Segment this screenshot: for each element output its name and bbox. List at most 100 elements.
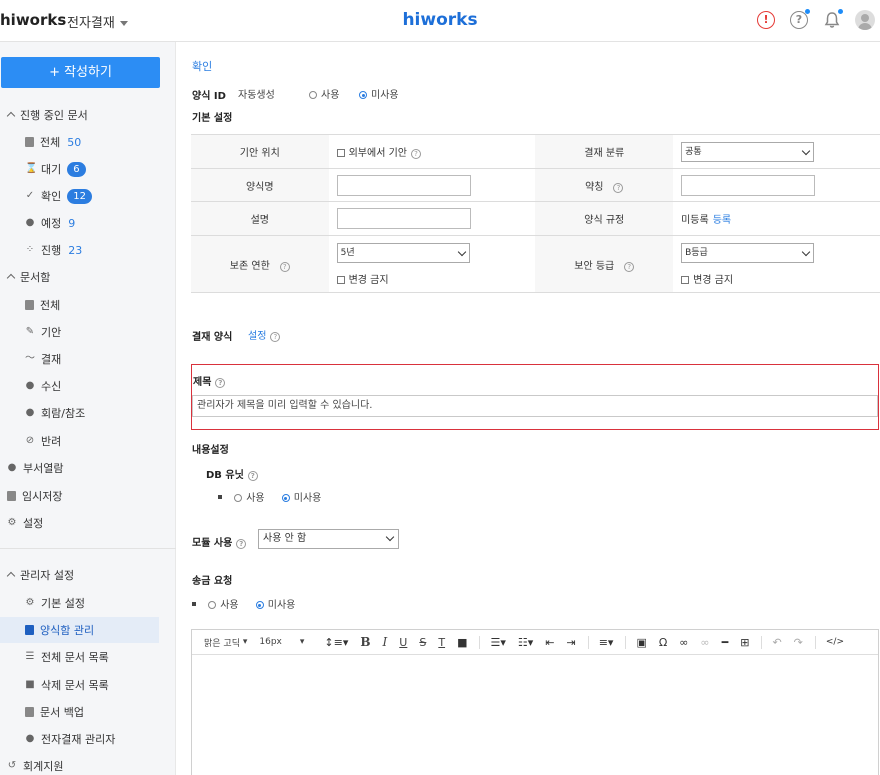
help-icon[interactable]: ? <box>624 261 635 272</box>
sidebar-item-temp-save[interactable]: 임시저장 <box>7 488 62 504</box>
sidebar-item-backup[interactable]: 문서 백업 <box>25 704 84 720</box>
form-id-not-use-radio[interactable]: 미사용 <box>359 86 399 101</box>
alert-button[interactable]: ! <box>755 9 777 31</box>
content-settings-heading: 내용설정 <box>192 445 229 456</box>
editor-body[interactable] <box>192 655 878 775</box>
user-icon: ● <box>25 380 35 391</box>
security-level-select[interactable]: B등급 <box>681 243 815 263</box>
sidebar-item-circulation[interactable]: ● 회람/참조 <box>25 405 86 421</box>
toolbar-divider <box>625 635 627 649</box>
help-button[interactable]: ? <box>788 9 810 31</box>
link-icon[interactable]: ∞ <box>679 636 688 649</box>
sidebar-item-approval[interactable]: 〜 결재 <box>25 351 61 367</box>
sidebar-item-scheduled[interactable]: ● 예정 9 <box>25 215 76 231</box>
remit-not-use-radio[interactable]: 미사용 <box>255 600 295 611</box>
description-input[interactable] <box>336 208 471 229</box>
sidebar-item-accounting[interactable]: ↺ 회계지원 <box>7 758 64 774</box>
form-name-input[interactable] <box>336 174 471 196</box>
profile-button[interactable] <box>854 9 876 31</box>
horizontal-rule-icon[interactable]: ━ <box>722 636 729 649</box>
app-switcher[interactable]: 전자결재 <box>67 12 128 31</box>
sidebar-item-basic-settings[interactable]: ⚙ 기본 설정 <box>25 595 85 611</box>
table-icon[interactable]: ⊞ <box>740 636 749 649</box>
remit-use-radio[interactable]: 사용 <box>208 600 239 611</box>
sidebar-item-rejected[interactable]: ⊘ 반려 <box>25 433 61 449</box>
text-color-icon[interactable]: T <box>438 636 445 649</box>
external-draft-checkbox[interactable]: 외부에서 기안 <box>336 148 407 159</box>
unlink-icon[interactable]: ∞ <box>700 636 709 649</box>
retention-no-change-checkbox[interactable]: 변경 금지 <box>336 271 536 286</box>
italic-icon[interactable]: I <box>383 635 388 649</box>
radio-selected-icon <box>281 494 290 502</box>
sidebar-item-all-docs[interactable]: ☰ 전체 문서 목록 <box>25 649 109 665</box>
document-icon <box>25 300 34 310</box>
bullet-icon <box>218 495 222 499</box>
help-icon[interactable]: ? <box>270 332 281 342</box>
confirm-link[interactable]: 확인 <box>192 58 212 74</box>
font-family-select[interactable]: 맑은 고딕 ▾ <box>204 636 247 649</box>
chevron-up-icon <box>6 111 16 121</box>
compose-button[interactable]: + 작성하기 <box>1 57 160 88</box>
line-height-icon[interactable]: ↕≡▾ <box>324 636 348 649</box>
redo-icon[interactable]: ↷ <box>794 636 803 649</box>
approval-form-setting-link[interactable]: 설정 <box>248 331 266 342</box>
title-input[interactable]: 관리자가 제목을 미리 입력할 수 있습니다. <box>192 395 878 417</box>
sidebar-item-dept-view[interactable]: ● 부서열람 <box>7 460 64 476</box>
module-use-label: 모듈 사용 <box>192 538 233 549</box>
help-icon[interactable]: ? <box>247 471 258 481</box>
strikethrough-icon[interactable]: S <box>419 636 426 649</box>
count-label: 50 <box>67 135 82 149</box>
bold-icon[interactable]: B <box>360 635 370 649</box>
sidebar-item-received[interactable]: ● 수신 <box>25 378 62 394</box>
sidebar-item-deleted-docs[interactable]: ■ 삭제 문서 목록 <box>25 677 108 693</box>
align-icon[interactable]: ≡▾ <box>599 636 614 649</box>
section-docbox[interactable]: 문서함 <box>6 269 50 285</box>
sidebar-item-admin-manager[interactable]: ● 전자결재 관리자 <box>25 731 116 747</box>
abbreviation-input[interactable] <box>681 174 816 196</box>
underline-icon[interactable]: U <box>399 636 407 649</box>
special-char-icon[interactable]: Ω <box>659 636 667 649</box>
approval-category-select[interactable]: 공통 <box>681 141 815 162</box>
image-icon[interactable]: ▣ <box>636 636 646 649</box>
undo-icon[interactable]: ↶ <box>772 636 781 649</box>
form-id-use-radio[interactable]: 사용 <box>309 86 339 101</box>
sidebar-item-waiting[interactable]: ⌛ 대기 6 <box>25 161 86 177</box>
section-in-progress[interactable]: 진행 중인 문서 <box>6 107 88 123</box>
module-use-select[interactable]: 사용 안 함 <box>258 529 399 549</box>
sidebar-item-settings[interactable]: ⚙ 설정 <box>7 515 44 531</box>
radio-label: 사용 <box>220 600 239 611</box>
avatar <box>855 10 875 30</box>
security-no-change-checkbox[interactable]: 변경 금지 <box>681 271 880 286</box>
editor-toolbar: 맑은 고딕 ▾ 16px ▾ ↕≡▾ B I U S T ■ ☰▾ ☷▾ ⇤ ⇥ … <box>192 630 878 655</box>
approval-form-setting: 설정? <box>248 327 281 342</box>
brand-logo[interactable]: hiworks <box>0 11 66 29</box>
source-code-icon[interactable]: </> <box>826 637 844 647</box>
sidebar-item-draft[interactable]: ✎ 기안 <box>25 324 61 340</box>
radio-icon <box>309 91 317 99</box>
retention-select[interactable]: 5년 <box>336 243 470 263</box>
bullet-list-icon[interactable]: ☰▾ <box>490 636 505 649</box>
check-icon: ✓ <box>25 190 35 201</box>
sidebar-item-all-progress[interactable]: 전체 50 <box>25 134 81 150</box>
help-icon[interactable]: ? <box>613 182 624 193</box>
db-unit-use-radio[interactable]: 사용 <box>234 493 265 504</box>
sidebar-item-confirm[interactable]: ✓ 확인 12 <box>25 188 92 204</box>
db-unit-not-use-radio[interactable]: 미사용 <box>281 493 321 504</box>
count-badge: 12 <box>67 188 92 204</box>
help-icon[interactable]: ? <box>410 149 421 159</box>
sidebar-item-ongoing[interactable]: ⁘ 진행 23 <box>25 242 82 258</box>
highlight-icon[interactable]: ■ <box>457 636 467 649</box>
numbered-list-icon[interactable]: ☷▾ <box>518 636 533 649</box>
outdent-icon[interactable]: ⇤ <box>545 636 554 649</box>
sidebar: + 작성하기 진행 중인 문서 전체 50 ⌛ 대기 6 ✓ 확인 12 ● 예정 9 ⁘ 진행… <box>0 42 176 775</box>
register-link[interactable]: 등록 <box>713 215 731 226</box>
section-admin[interactable]: 관리자 설정 <box>6 567 74 583</box>
sidebar-item-form-box[interactable]: 양식함 관리 <box>25 622 94 638</box>
font-size-select[interactable]: 16px ▾ <box>259 637 304 647</box>
help-icon[interactable]: ? <box>236 539 247 549</box>
sidebar-item-docbox-all[interactable]: 전체 <box>25 297 60 313</box>
indent-icon[interactable]: ⇥ <box>566 636 575 649</box>
notification-button[interactable] <box>821 9 843 31</box>
help-icon[interactable]: ? <box>215 378 226 388</box>
help-icon[interactable]: ? <box>279 261 290 272</box>
